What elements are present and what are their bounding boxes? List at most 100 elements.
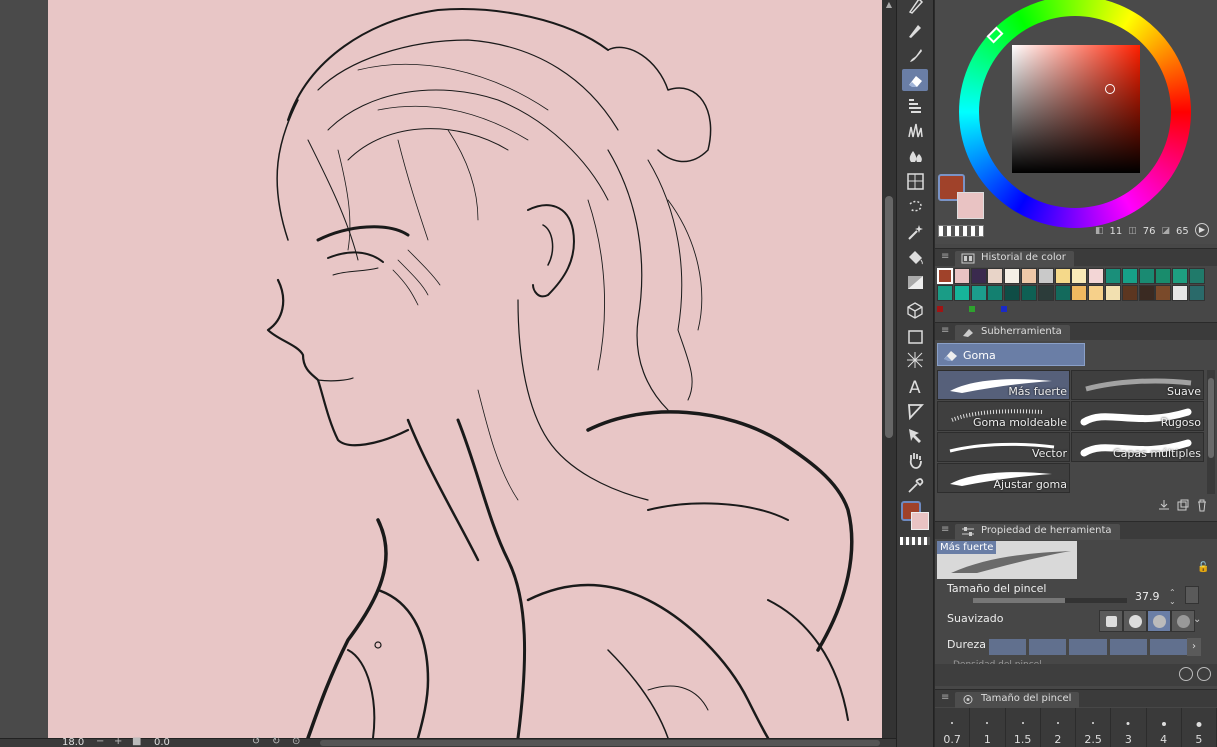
- color-mode-toggle-icon[interactable]: ▶: [1195, 223, 1209, 237]
- rotation-value[interactable]: 0.0: [154, 737, 170, 747]
- zoom-slider-icon[interactable]: ■: [132, 736, 141, 747]
- horizontal-scroll-thumb[interactable]: [320, 740, 880, 746]
- eraser-tool-icon[interactable]: [902, 69, 928, 91]
- subtool-item[interactable]: Ajustar goma: [937, 463, 1070, 493]
- subtool-item[interactable]: Vector: [937, 432, 1070, 462]
- color-history-swatch[interactable]: [1004, 268, 1021, 284]
- effect-lines-icon[interactable]: [902, 349, 928, 371]
- operation-tool-icon[interactable]: [902, 424, 928, 446]
- color-history-swatch[interactable]: [987, 285, 1004, 301]
- 3d-object-icon[interactable]: [902, 299, 928, 321]
- hand-tool-icon[interactable]: [902, 449, 928, 471]
- tab-tool-property[interactable]: Propiedad de herramienta: [955, 524, 1120, 540]
- color-history-swatch[interactable]: [1155, 268, 1172, 284]
- color-history-swatch[interactable]: [1054, 268, 1071, 284]
- text-tool-icon[interactable]: A: [902, 375, 928, 397]
- zoom-out-icon[interactable]: −: [96, 736, 104, 747]
- decoration-tool-icon[interactable]: [902, 94, 928, 116]
- magic-wand-icon[interactable]: [902, 221, 928, 243]
- toolbar-sub-color-swatch[interactable]: [911, 512, 929, 530]
- color-history-swatch[interactable]: [1088, 285, 1105, 301]
- brush-size-preset[interactable]: 4: [1147, 708, 1182, 747]
- antialias-strong-button[interactable]: [1171, 610, 1195, 632]
- color-history-swatch[interactable]: [987, 268, 1004, 284]
- brush-size-preset[interactable]: 5: [1182, 708, 1217, 747]
- brush-size-slider[interactable]: [973, 598, 1127, 603]
- color-history-swatch[interactable]: [1021, 285, 1037, 301]
- color-history-swatch[interactable]: [1054, 285, 1071, 301]
- subtool-item[interactable]: Más fuerte: [937, 370, 1070, 400]
- color-history-swatch[interactable]: [953, 268, 970, 284]
- vertical-scroll-thumb[interactable]: [885, 196, 893, 438]
- subtool-scrollbar[interactable]: [1207, 370, 1215, 494]
- pencil-tool-icon[interactable]: [902, 19, 928, 41]
- panel-menu-icon[interactable]: ≡: [941, 524, 949, 535]
- color-history-swatch[interactable]: [1071, 268, 1088, 284]
- chevron-down-icon[interactable]: ⌄: [1193, 614, 1201, 625]
- tab-color-history[interactable]: Historial de color: [955, 251, 1074, 267]
- transparent-color-swatch[interactable]: [938, 225, 984, 237]
- rotate-right-icon[interactable]: ↻: [272, 736, 280, 747]
- panel-menu-icon[interactable]: ≡: [941, 251, 949, 262]
- subtool-item[interactable]: Capas múltiples: [1071, 432, 1204, 462]
- blend-tool-icon[interactable]: [902, 144, 928, 166]
- brush-size-preset-button[interactable]: [1185, 586, 1199, 604]
- sub-color-swatch[interactable]: [957, 192, 984, 219]
- color-history-swatch[interactable]: [1121, 268, 1138, 284]
- brush-size-preset[interactable]: 1: [970, 708, 1006, 747]
- lasso-select-icon[interactable]: [902, 196, 928, 218]
- color-cursor[interactable]: [1105, 84, 1115, 94]
- ruler-tool-icon[interactable]: [902, 400, 928, 422]
- antialias-medium-button[interactable]: [1147, 610, 1171, 632]
- brush-size-preset[interactable]: 2.5: [1076, 708, 1112, 747]
- subtool-item[interactable]: Suave: [1071, 370, 1204, 400]
- zoom-in-icon[interactable]: +: [114, 736, 122, 747]
- color-history-swatch[interactable]: [1021, 268, 1037, 284]
- antialias-none-button[interactable]: [1099, 610, 1123, 632]
- brush-size-value[interactable]: 37.9: [1135, 590, 1160, 603]
- brush-size-preset[interactable]: 3: [1111, 708, 1147, 747]
- fill-bucket-icon[interactable]: [902, 246, 928, 268]
- color-history-swatch[interactable]: [1155, 285, 1172, 301]
- color-history-swatch[interactable]: [1189, 268, 1205, 284]
- color-history-swatch[interactable]: [1071, 285, 1088, 301]
- subtool-item[interactable]: Rugoso: [1071, 401, 1204, 431]
- zoom-value[interactable]: 18.0: [62, 737, 84, 747]
- delete-subtool-icon[interactable]: [1195, 498, 1209, 512]
- panel-menu-icon[interactable]: ≡: [941, 692, 949, 703]
- tab-brush-size[interactable]: Tamaño del pincel: [955, 692, 1080, 708]
- pen-tool-icon[interactable]: [902, 0, 928, 16]
- lock-icon[interactable]: 🔓: [1197, 562, 1209, 574]
- eyedropper-icon[interactable]: [902, 474, 928, 496]
- color-history-swatch[interactable]: [1088, 268, 1105, 284]
- chevron-right-icon[interactable]: ›: [1187, 638, 1201, 656]
- color-history-swatch[interactable]: [970, 285, 987, 301]
- color-history-swatch[interactable]: [1105, 285, 1121, 301]
- canvas-vertical-scrollbar[interactable]: ▲: [882, 0, 896, 738]
- color-history-swatch[interactable]: [1189, 285, 1205, 301]
- save-subtool-icon[interactable]: [1157, 498, 1171, 512]
- color-history-swatch[interactable]: [1105, 268, 1121, 284]
- grass-brush-icon[interactable]: [902, 119, 928, 141]
- grid-frame-icon[interactable]: [902, 170, 928, 192]
- color-history-swatch[interactable]: [1037, 268, 1054, 284]
- brush-size-preset[interactable]: 0.7: [935, 708, 971, 747]
- antialias-weak-button[interactable]: [1123, 610, 1147, 632]
- color-history-swatch[interactable]: [1004, 285, 1021, 301]
- color-history-swatch[interactable]: [970, 268, 987, 284]
- color-history-swatch[interactable]: [953, 285, 970, 301]
- saturation-value-square[interactable]: [1012, 45, 1140, 173]
- panel-menu-icon[interactable]: ≡: [941, 325, 949, 336]
- rectangle-icon[interactable]: [902, 325, 928, 347]
- tab-subtool[interactable]: Subherramienta: [955, 325, 1070, 341]
- color-history-swatch[interactable]: [937, 285, 953, 301]
- hardness-selector[interactable]: [989, 639, 1188, 655]
- gradient-icon[interactable]: [902, 271, 928, 293]
- brush-size-preset[interactable]: 1.5: [1006, 708, 1041, 747]
- color-history-swatch[interactable]: [937, 268, 953, 284]
- color-history-swatch[interactable]: [1172, 285, 1189, 301]
- subtool-item[interactable]: Goma moldeable: [937, 401, 1070, 431]
- brush-size-stepper-icon[interactable]: ⌃ ⌄: [1169, 588, 1176, 606]
- rotate-left-icon[interactable]: ↺: [252, 736, 260, 747]
- brush-size-preset[interactable]: 2: [1041, 708, 1076, 747]
